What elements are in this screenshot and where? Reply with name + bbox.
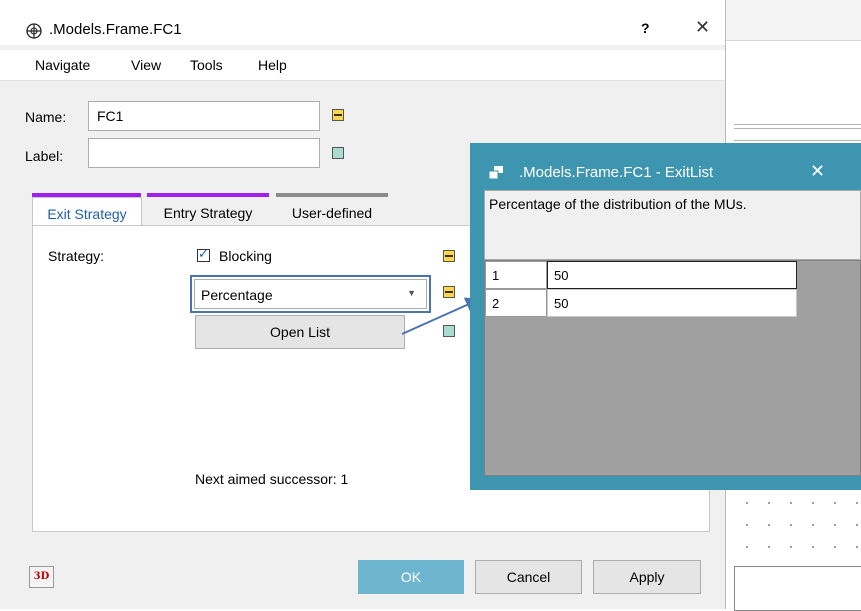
menu-tools[interactable]: Tools (190, 57, 223, 73)
exitlist-title: .Models.Frame.FC1 - ExitList (519, 164, 714, 181)
table-cell[interactable]: 50 (547, 289, 797, 317)
strategy-select-value: Percentage (201, 287, 273, 303)
menu-navigate[interactable]: Navigate (35, 57, 90, 73)
3d-button[interactable]: 3D (29, 566, 54, 588)
menu-view[interactable]: View (131, 57, 161, 73)
tab-entry-strategy[interactable]: Entry Strategy (145, 197, 271, 228)
menu-bar: Navigate View Tools Help (0, 50, 725, 81)
background-rule (734, 140, 861, 141)
background-rule (734, 124, 861, 125)
cancel-button[interactable]: Cancel (475, 560, 582, 594)
row-header[interactable]: 1 (485, 261, 547, 289)
title-bar: .Models.Frame.FC1 ? ✕ (0, 0, 725, 45)
open-list-button[interactable]: Open List (195, 315, 405, 349)
strategy-select[interactable]: Percentage ▼ (194, 279, 427, 309)
menu-help[interactable]: Help (258, 57, 287, 73)
exitlist-description: Percentage of the distribution of the MU… (484, 190, 861, 260)
window-title: .Models.Frame.FC1 (49, 21, 182, 38)
row-header[interactable]: 2 (485, 289, 547, 317)
windows-icon (488, 166, 503, 180)
name-label: Name: (25, 109, 67, 125)
tab-user-defined[interactable]: User-defined (276, 197, 388, 228)
apply-button[interactable]: Apply (593, 560, 701, 594)
help-button[interactable]: ? (641, 20, 650, 36)
frame-icon (26, 23, 42, 39)
name-input[interactable]: FC1 (88, 101, 320, 131)
background-rule (734, 128, 861, 129)
next-successor-text: Next aimed successor: 1 (195, 471, 349, 487)
blocking-label: Blocking (219, 248, 272, 264)
ok-button[interactable]: OK (358, 560, 464, 594)
background-frame-box (734, 566, 861, 611)
label-inherit-button[interactable] (332, 147, 344, 159)
close-button[interactable]: ✕ (695, 17, 710, 38)
blocking-checkbox[interactable] (197, 246, 210, 262)
name-inherit-button[interactable] (332, 109, 344, 121)
background-toolbar (726, 0, 861, 41)
table-cell[interactable]: 50 (547, 261, 797, 289)
exitlist-close-button[interactable]: ✕ (810, 161, 825, 182)
label-label: Label: (25, 148, 64, 164)
label-input[interactable] (88, 138, 320, 168)
exitlist-table: 1 50 2 50 (484, 260, 861, 476)
strategy-label: Strategy: (48, 248, 105, 264)
blocking-inherit-button[interactable] (443, 250, 455, 262)
